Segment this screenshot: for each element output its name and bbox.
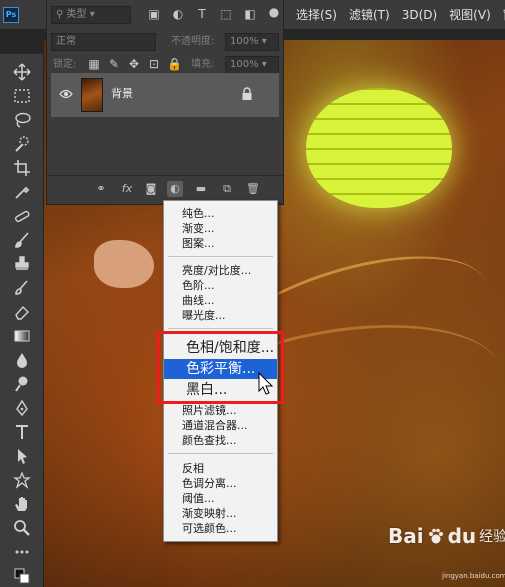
- fx-button[interactable]: fx: [119, 181, 135, 197]
- menu-window[interactable]: 窗: [497, 0, 505, 30]
- eyedropper-icon[interactable]: [10, 182, 34, 202]
- type-icon[interactable]: [10, 422, 34, 442]
- watermark-brand-2: du: [447, 524, 477, 548]
- menu-item-channel-mixer[interactable]: 通道混合器...: [164, 418, 277, 433]
- menu-item-posterize[interactable]: 色调分离...: [164, 476, 277, 491]
- layer-mask-icon[interactable]: ◙: [143, 181, 159, 197]
- blur-icon[interactable]: [10, 350, 34, 370]
- lantern-image: [306, 88, 452, 208]
- menu-3d[interactable]: 3D(D): [396, 0, 443, 30]
- history-brush-icon[interactable]: [10, 278, 34, 298]
- new-layer-icon[interactable]: ⧉: [219, 181, 235, 197]
- tools-toolbar: [0, 54, 44, 587]
- menu-item-color-lookup[interactable]: 颜色查找...: [164, 433, 277, 448]
- link-layers-icon[interactable]: ⚭: [93, 181, 109, 197]
- hand-icon[interactable]: [10, 494, 34, 514]
- layer-row-background[interactable]: 背景: [51, 73, 279, 117]
- watermark-brand: Bai: [388, 524, 424, 548]
- filter-toggle-icon[interactable]: ●: [267, 5, 281, 19]
- menu-view[interactable]: 视图(V): [443, 0, 497, 30]
- opacity-value: 100%: [230, 36, 259, 47]
- baidu-paw-icon: [428, 528, 443, 544]
- quick-select-icon[interactable]: [10, 134, 34, 154]
- shape-icon[interactable]: [10, 470, 34, 490]
- menu-item-gradient-map[interactable]: 渐变映射...: [164, 506, 277, 521]
- blend-mode-select[interactable]: 正常: [51, 33, 156, 51]
- opacity-input[interactable]: 100% ▾: [225, 33, 279, 51]
- menu-item-photo-filter[interactable]: 照片滤镜...: [164, 403, 277, 418]
- adjustment-layer-icon[interactable]: ◐: [167, 181, 183, 197]
- opacity-label: 不透明度:: [171, 36, 215, 47]
- watermark-sub: 经验: [479, 529, 505, 545]
- lock-artboard-icon[interactable]: ⊡: [147, 57, 161, 71]
- clone-stamp-icon[interactable]: [10, 254, 34, 274]
- adjustment-filter-icon[interactable]: ◐: [171, 7, 185, 21]
- menu-item-levels[interactable]: 色阶...: [164, 278, 277, 293]
- pen-icon[interactable]: [10, 398, 34, 418]
- color-swap-icon[interactable]: [10, 566, 34, 586]
- smart-object-filter-icon[interactable]: ◧: [243, 7, 257, 21]
- mouse-cursor-icon: [258, 372, 274, 395]
- delete-layer-icon[interactable]: 🗑: [245, 181, 261, 197]
- type-filter-icon[interactable]: T: [195, 7, 209, 21]
- group-folder-icon[interactable]: ▬: [193, 181, 209, 197]
- fill-value: 100%: [230, 59, 259, 70]
- layer-thumbnail: [81, 78, 103, 112]
- menu-item-gradient[interactable]: 渐变...: [164, 221, 277, 236]
- healing-brush-icon[interactable]: [10, 206, 34, 226]
- marquee-tool-icon[interactable]: [10, 86, 34, 106]
- lasso-tool-icon[interactable]: [10, 110, 34, 130]
- hand-image: [94, 240, 154, 288]
- layer-name[interactable]: 背景: [111, 87, 133, 101]
- lock-position-icon[interactable]: ✥: [127, 57, 141, 71]
- pixel-filter-icon[interactable]: ▣: [147, 7, 161, 21]
- photoshop-logo: Ps: [3, 7, 19, 23]
- shape-filter-icon[interactable]: ⬚: [219, 7, 233, 21]
- menu-separator-3: [168, 453, 273, 454]
- menu-item-invert[interactable]: 反相: [164, 461, 277, 476]
- watermark-url: jingyan.baidu.com: [442, 572, 505, 580]
- brush-icon[interactable]: [10, 230, 34, 250]
- menu-item-brightness-contrast[interactable]: 亮度/对比度...: [164, 263, 277, 278]
- layers-panel-footer: ⚭ fx ◙ ◐ ▬ ⧉ 🗑: [47, 175, 283, 201]
- baidu-watermark: Bai du 经验: [388, 524, 505, 548]
- crop-tool-icon[interactable]: [10, 158, 34, 178]
- fill-label: 填充:: [191, 59, 215, 70]
- zoom-icon[interactable]: [10, 518, 34, 538]
- blend-mode-value: 正常: [56, 36, 76, 47]
- menu-item-threshold[interactable]: 阈值...: [164, 491, 277, 506]
- menu-item-selective-color[interactable]: 可选颜色...: [164, 521, 277, 536]
- lock-label: 锁定:: [53, 59, 77, 70]
- menu-item-exposure[interactable]: 曝光度...: [164, 308, 277, 323]
- move-tool-icon[interactable]: [10, 62, 34, 82]
- lock-pixels-icon[interactable]: ✎: [107, 57, 121, 71]
- lock-all-icon[interactable]: 🔒: [167, 57, 182, 71]
- menu-item-curves[interactable]: 曲线...: [164, 293, 277, 308]
- menu-filter[interactable]: 滤镜(T): [343, 0, 396, 30]
- layer-filter-select[interactable]: ⚲ 类型 ▾: [51, 6, 131, 24]
- fill-input[interactable]: 100% ▾: [225, 56, 279, 74]
- visibility-eye-icon[interactable]: [59, 89, 73, 99]
- layers-panel: ⚲ 类型 ▾ ▣ ◐ T ⬚ ◧ ● 正常 不透明度: 100% ▾ 锁定: ▦…: [46, 0, 284, 205]
- dodge-icon[interactable]: [10, 374, 34, 394]
- layer-lock-icon: [242, 87, 252, 100]
- menu-separator: [168, 256, 273, 257]
- gradient-icon[interactable]: [10, 326, 34, 346]
- app-menus: 选择(S) 滤镜(T) 3D(D) 视图(V) 窗: [290, 0, 505, 30]
- menu-item-pattern[interactable]: 图案...: [164, 236, 277, 251]
- menu-item-solid-color[interactable]: 纯色...: [164, 206, 277, 221]
- eraser-icon[interactable]: [10, 302, 34, 322]
- lock-transparent-icon[interactable]: ▦: [87, 57, 101, 71]
- menu-select[interactable]: 选择(S): [290, 0, 343, 30]
- more-tools-icon[interactable]: [10, 542, 34, 562]
- layer-filter-label: 类型: [66, 9, 87, 20]
- path-select-icon[interactable]: [10, 446, 34, 466]
- menu-separator-2: [168, 328, 273, 329]
